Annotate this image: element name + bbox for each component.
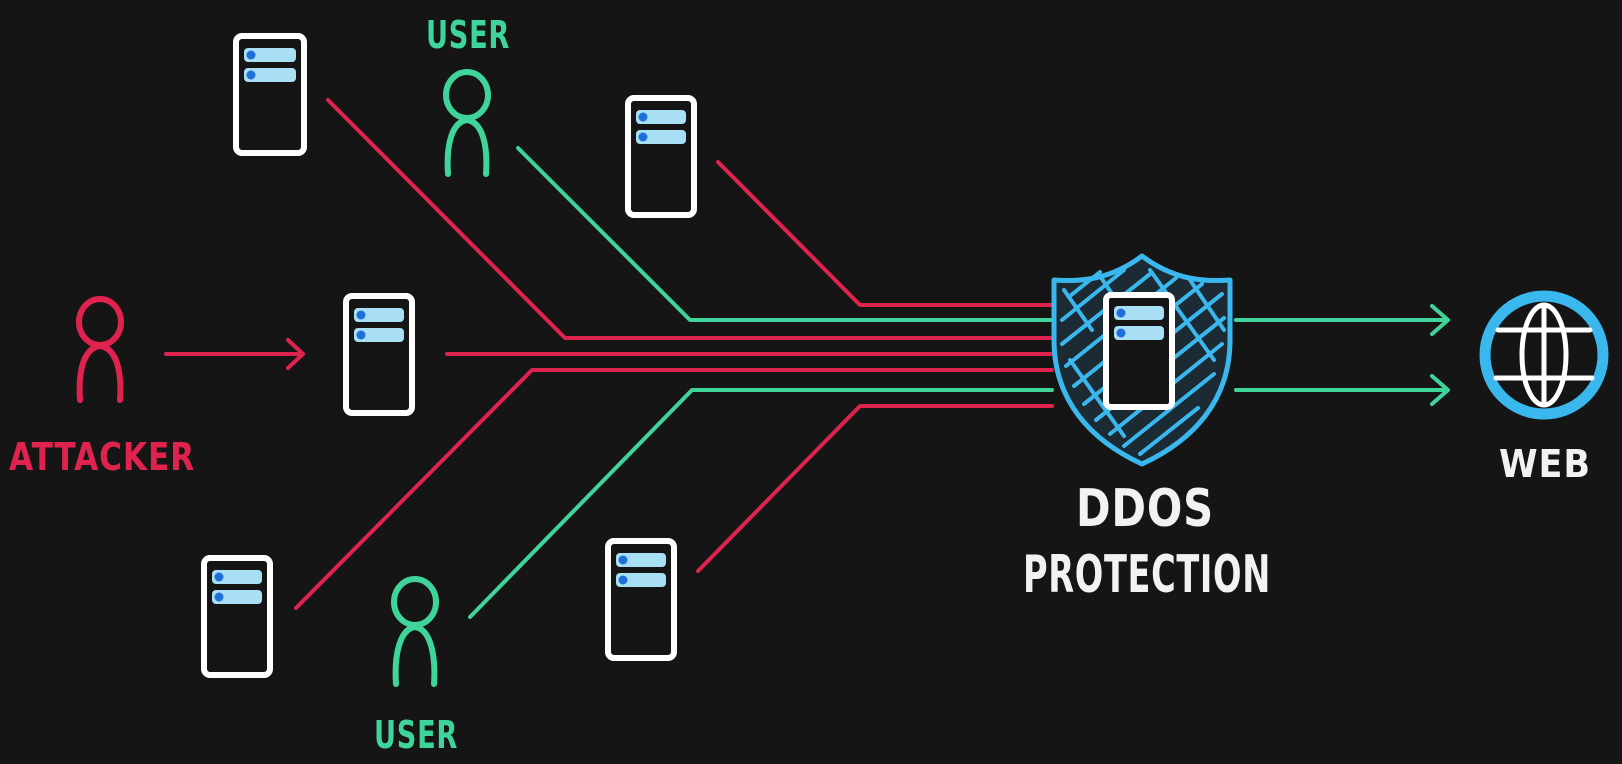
ddos-label-line1: DDOS	[1076, 479, 1214, 539]
user-bottom-label: USER	[374, 713, 458, 757]
ddos-diagram: ATTACKER USER USER DDOS PROTECTION WEB	[0, 0, 1622, 764]
shield-server-icon	[1103, 292, 1175, 410]
ddos-label-line2: PROTECTION	[1023, 545, 1271, 605]
server-top-left	[233, 33, 307, 156]
web-label: WEB	[1499, 442, 1591, 486]
attacker-label: ATTACKER	[9, 435, 195, 479]
server-top-center	[625, 95, 697, 218]
user-top-label: USER	[426, 13, 510, 57]
server-bottom-left	[201, 555, 273, 678]
server-bottom-center	[605, 538, 677, 661]
server-middle	[343, 293, 415, 416]
